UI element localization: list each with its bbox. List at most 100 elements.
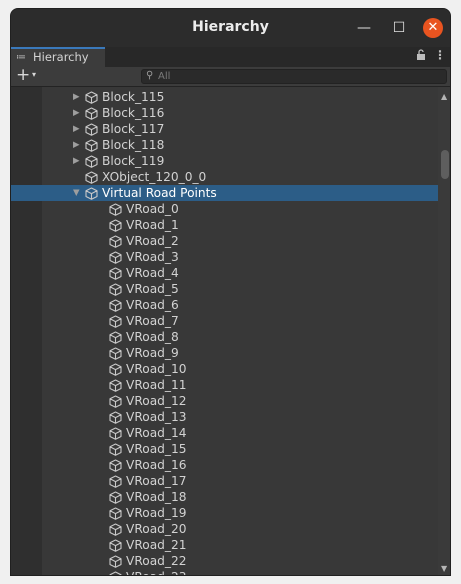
cube-icon [109,379,122,392]
tree-item-parent[interactable]: ▶ Block_115 [11,89,438,105]
scroll-up-arrow[interactable]: ▲ [441,92,447,101]
add-button[interactable]: + [16,65,30,85]
expand-arrow-icon[interactable]: ▶ [73,89,80,105]
tree-item-label: VRoad_2 [126,234,179,248]
tree-item-label: VRoad_9 [126,346,179,360]
tree-item-label: VRoad_7 [126,314,179,328]
tree-item[interactable]: VRoad_13 [11,409,438,425]
lock-icon[interactable] [416,49,426,63]
tab-bar: ≔ Hierarchy ⋮ [11,47,450,67]
cube-icon [109,219,122,232]
tree-item[interactable]: VRoad_10 [11,361,438,377]
chevron-down-icon[interactable]: ▾ [32,70,36,79]
maximize-button[interactable]: ☐ [389,18,409,38]
tree-item[interactable]: VRoad_0 [11,201,438,217]
tree-item[interactable]: VRoad_3 [11,249,438,265]
tree-item-label: VRoad_20 [126,522,187,536]
scroll-down-arrow[interactable]: ▼ [441,564,447,573]
expand-arrow-icon[interactable]: ▶ [73,105,80,121]
cube-icon [109,555,122,568]
cube-icon [109,395,122,408]
tree-item-label: VRoad_10 [126,362,187,376]
cube-icon [85,123,98,136]
cube-icon [85,139,98,152]
minimize-button[interactable]: — [354,18,374,38]
close-button[interactable]: ✕ [423,18,443,38]
cube-icon [109,363,122,376]
tree-item-label: VRoad_8 [126,330,179,344]
tree-item-label: VRoad_6 [126,298,179,312]
cube-icon [109,411,122,424]
tab-label: Hierarchy [33,50,89,64]
cube-icon [109,315,122,328]
cube-icon [85,187,98,200]
cube-icon [109,235,122,248]
tree-item[interactable]: VRoad_7 [11,313,438,329]
tree-item[interactable]: VRoad_15 [11,441,438,457]
title-bar[interactable]: Hierarchy — ☐ ✕ [11,9,450,47]
kebab-menu-icon[interactable]: ⋮ [434,48,446,62]
scrollbar[interactable]: ▲ ▼ [438,87,450,575]
tree-item[interactable]: VRoad_20 [11,521,438,537]
tree-item-label: VRoad_11 [126,378,187,392]
cube-icon [85,171,98,184]
expand-arrow-icon[interactable]: ▶ [73,137,80,153]
cube-icon [109,491,122,504]
tree-item[interactable]: VRoad_14 [11,425,438,441]
cube-icon [109,459,122,472]
tree-item-parent[interactable]: ▼ Virtual Road Points [11,185,438,201]
expand-arrow-open-icon[interactable]: ▼ [73,185,80,201]
cube-icon [109,539,122,552]
tree-item-label: VRoad_16 [126,458,187,472]
tree-item-label: VRoad_0 [126,202,179,216]
scrollbar-thumb[interactable] [441,150,449,179]
tree-item-label: VRoad_5 [126,282,179,296]
cube-icon [109,347,122,360]
tree-item-label: VRoad_19 [126,506,187,520]
tree-item[interactable]: VRoad_11 [11,377,438,393]
expand-arrow-icon[interactable]: ▶ [73,121,80,137]
cube-icon [109,299,122,312]
tree-item[interactable]: VRoad_1 [11,217,438,233]
tree-item[interactable]: VRoad_17 [11,473,438,489]
tree-item-label: VRoad_22 [126,554,187,568]
tree-item[interactable]: VRoad_4 [11,265,438,281]
search-box: ⚲ [141,69,447,84]
tree-item-parent[interactable]: ▶ Block_119 [11,153,438,169]
tree-item-label: Block_115 [102,90,165,104]
tree-item[interactable]: VRoad_23 [11,569,438,575]
tree-item[interactable]: VRoad_8 [11,329,438,345]
tree-item-label: Block_116 [102,106,165,120]
tree-item-parent[interactable]: ▶ Block_116 [11,105,438,121]
tab-hierarchy[interactable]: ≔ Hierarchy [11,47,105,67]
cube-icon [109,331,122,344]
tree-item[interactable]: VRoad_19 [11,505,438,521]
tree-item[interactable]: VRoad_6 [11,297,438,313]
tree-item-label: Block_117 [102,122,165,136]
cube-icon [109,523,122,536]
tree-item[interactable]: VRoad_18 [11,489,438,505]
tree-item-label: Block_118 [102,138,165,152]
cube-icon [109,571,122,575]
tree-item-parent[interactable]: XObject_120_0_0 [11,169,438,185]
window-title: Hierarchy [192,19,269,35]
tree-item-parent[interactable]: ▶ Block_118 [11,137,438,153]
tree-item[interactable]: VRoad_5 [11,281,438,297]
tree-item-label: Block_119 [102,154,165,168]
search-input[interactable] [158,70,438,83]
tree-item[interactable]: VRoad_22 [11,553,438,569]
tree-item[interactable]: VRoad_12 [11,393,438,409]
tree-item[interactable]: VRoad_9 [11,345,438,361]
tree-item[interactable]: VRoad_2 [11,233,438,249]
tree-item-label: VRoad_14 [126,426,187,440]
tree-item-label: VRoad_18 [126,490,187,504]
tree-item-parent[interactable]: ▶ Block_117 [11,121,438,137]
tree-item[interactable]: VRoad_21 [11,537,438,553]
cube-icon [109,443,122,456]
tree-item-label: VRoad_3 [126,250,179,264]
tree-item[interactable]: VRoad_16 [11,457,438,473]
cube-icon [109,507,122,520]
expand-arrow-icon[interactable]: ▶ [73,153,80,169]
tree-item-label: Virtual Road Points [102,186,217,200]
hierarchy-window: Hierarchy — ☐ ✕ ≔ Hierarchy ⋮ + ▾ ⚲ ▶ Blo… [10,8,451,576]
